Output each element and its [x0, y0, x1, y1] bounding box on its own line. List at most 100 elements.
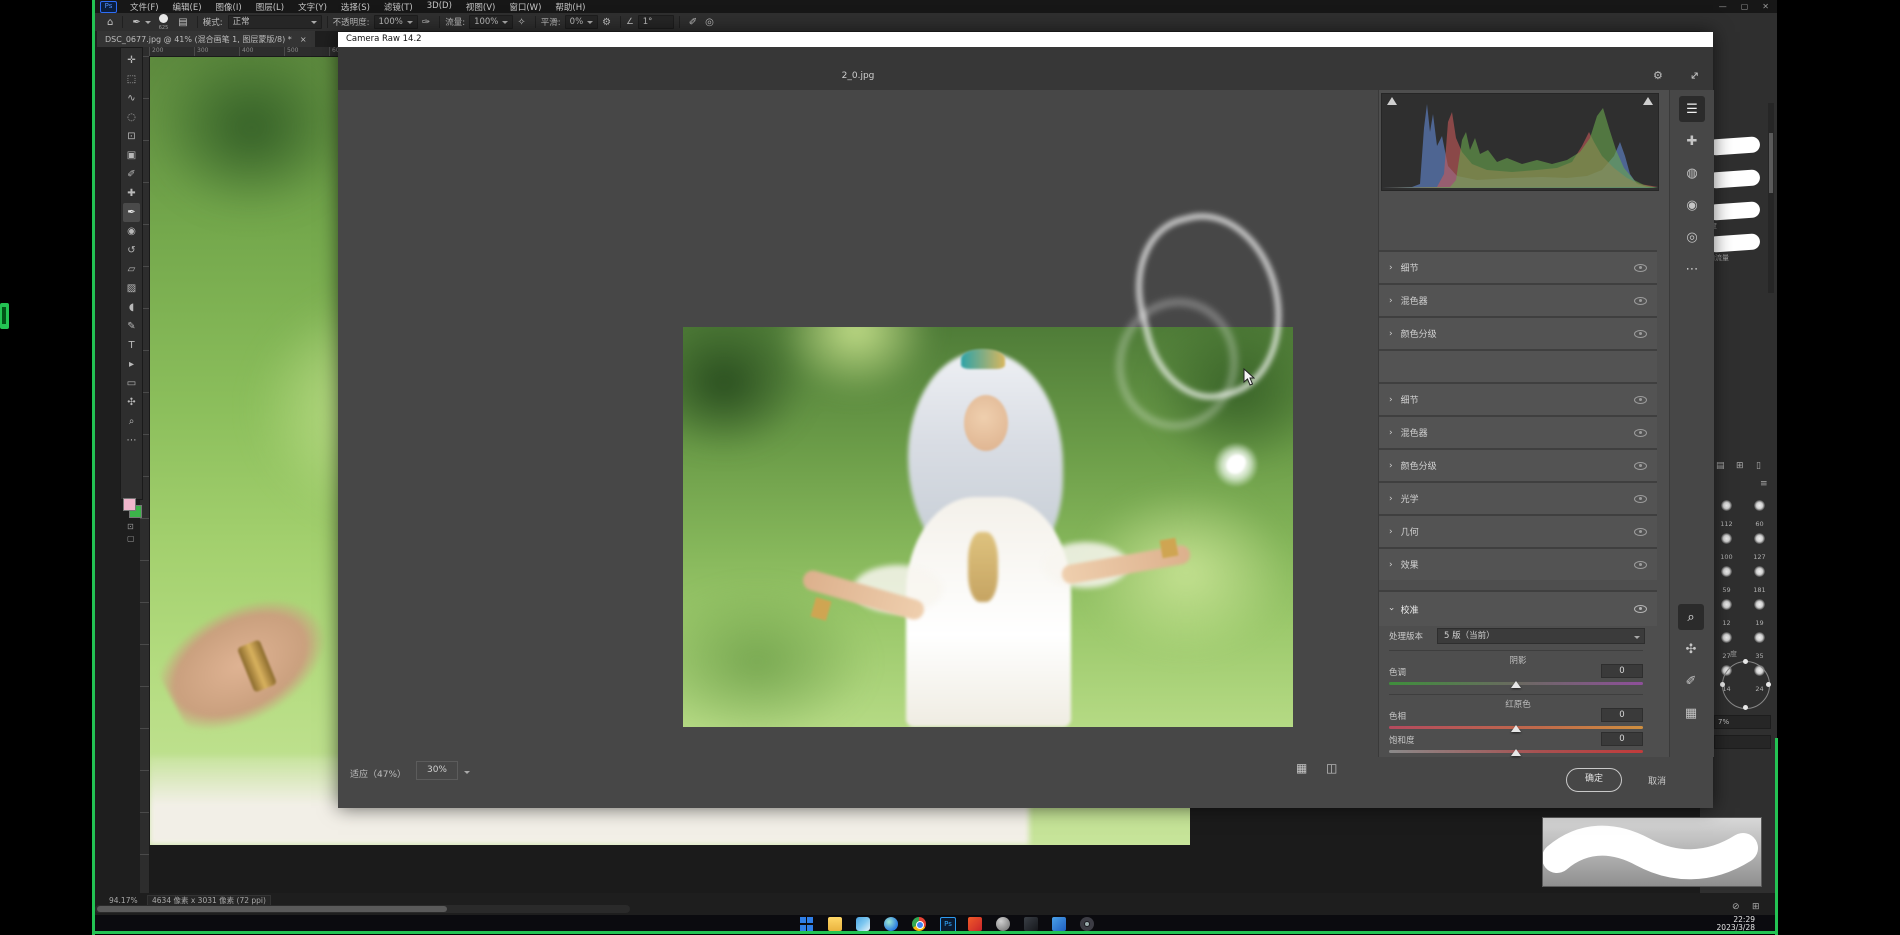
brush-preset[interactable]: 100 [1714, 533, 1739, 563]
file-explorer-icon[interactable] [828, 917, 842, 931]
settings-section-row[interactable]: › 几何 [1379, 514, 1657, 547]
eyedropper-tool[interactable]: ✐ [123, 165, 140, 184]
menu-item[interactable]: 3D(D) [420, 1, 459, 13]
menu-item[interactable]: 编辑(E) [166, 1, 209, 13]
app-icon-red[interactable] [968, 917, 982, 931]
pressure-size-icon[interactable]: ✐ [685, 17, 701, 28]
brush-stroke-thumbnail[interactable] [1708, 201, 1761, 221]
brush-preset[interactable]: 181 [1747, 566, 1772, 596]
settings-section-row[interactable]: › [1379, 349, 1657, 382]
eye-icon[interactable] [1634, 459, 1647, 472]
menu-item[interactable]: 文件(F) [123, 1, 166, 13]
screen-mode-icon[interactable]: ▢ [127, 534, 135, 543]
hand-tool-icon[interactable]: ✣ [1678, 636, 1704, 662]
settings-section-row[interactable]: › 细节 [1379, 250, 1657, 283]
history-brush-tool[interactable]: ↺ [123, 241, 140, 260]
calibration-section-row[interactable]: › 校准 [1379, 590, 1657, 626]
cancel-button[interactable]: 取消 [1648, 774, 1666, 787]
settings-section-row[interactable]: › 细节 [1379, 382, 1657, 415]
fullscreen-icon[interactable]: ↔ [1687, 68, 1703, 84]
brush-preset[interactable]: 35 [1747, 632, 1772, 662]
saturation-slider[interactable] [1389, 750, 1643, 753]
pressure-opacity-icon[interactable]: ✑ [418, 17, 434, 28]
maximize-icon[interactable]: ▢ [1741, 2, 1749, 11]
healing-icon[interactable]: ✚ [1679, 128, 1705, 154]
new-preset-icon[interactable]: ⊞ [1736, 461, 1744, 471]
presets-icon[interactable]: ◎ [1679, 224, 1705, 250]
menu-item[interactable]: 帮助(H) [548, 1, 592, 13]
foreground-color-swatch[interactable] [123, 498, 136, 511]
brush-stroke-thumbnail[interactable] [1708, 136, 1761, 156]
object-selection-tool[interactable]: ◌ [123, 108, 140, 127]
airbrush-icon[interactable]: ✧ [513, 17, 529, 28]
marquee-tool[interactable]: ⬚ [123, 70, 140, 89]
brush-preset[interactable]: 19 [1747, 599, 1772, 629]
brush-preset[interactable]: 12 [1714, 599, 1739, 629]
eye-icon[interactable] [1634, 558, 1647, 571]
eye-icon[interactable] [1634, 525, 1647, 538]
fit-zoom-label[interactable]: 适应（47%） [350, 767, 406, 780]
move-tool[interactable]: ✛ [123, 51, 140, 70]
slider-thumb[interactable] [1511, 676, 1521, 688]
masking-icon[interactable]: ◍ [1679, 160, 1705, 186]
pen-tool[interactable]: ✎ [123, 317, 140, 336]
app-icon-sphere[interactable] [996, 917, 1010, 931]
brush-angle-dial[interactable] [1722, 661, 1770, 709]
menu-item[interactable]: 文字(Y) [291, 1, 334, 13]
settings-section-row[interactable]: › 效果 [1379, 547, 1657, 580]
document-tab[interactable]: DSC_0677.jpg @ 41% (混合画笔 1, 图层蒙版/8) * × [97, 31, 315, 47]
photos-app-icon[interactable] [856, 917, 870, 931]
shape-tool[interactable]: ▭ [123, 374, 140, 393]
brush-preset[interactable]: 60 [1747, 500, 1772, 530]
zoom-tool[interactable]: ⌕ [123, 412, 140, 431]
tint-slider[interactable] [1389, 682, 1643, 685]
menu-item[interactable]: 视图(V) [459, 1, 502, 13]
panel-scrollbar[interactable] [1768, 103, 1774, 293]
slider-thumb[interactable] [1511, 744, 1521, 756]
eye-icon[interactable] [1634, 261, 1647, 274]
brush-preset[interactable]: 59 [1714, 566, 1739, 596]
menu-item[interactable]: 图像(I) [209, 1, 249, 13]
highlight-clipping-icon[interactable] [1643, 97, 1653, 105]
eye-icon[interactable] [1634, 492, 1647, 505]
brush-tool[interactable]: ✒ [123, 203, 140, 222]
menu-item[interactable]: 图层(L) [249, 1, 291, 13]
eraser-tool[interactable]: ▱ [123, 260, 140, 279]
settings-section-row[interactable]: › 光学 [1379, 481, 1657, 514]
minimize-icon[interactable]: — [1719, 2, 1727, 11]
app-icon-fan[interactable] [1080, 917, 1094, 931]
settings-section-row[interactable]: › 颜色分级 [1379, 448, 1657, 481]
hand-tool[interactable]: ✣ [123, 393, 140, 412]
brush-stroke-thumbnail[interactable] [1708, 233, 1761, 253]
eye-icon[interactable] [1634, 602, 1647, 615]
slider-thumb[interactable] [1511, 720, 1521, 732]
capture-side-handle[interactable] [0, 303, 9, 329]
gear-icon[interactable]: ⚙ [598, 17, 615, 28]
camera-raw-titlebar[interactable]: Camera Raw 14.2 [338, 32, 1713, 47]
hue-slider[interactable] [1389, 726, 1643, 729]
angle-input[interactable]: 1° [638, 15, 674, 29]
folder-icon[interactable]: ▤ [1716, 461, 1725, 471]
app-icon-blue[interactable] [1052, 917, 1066, 931]
edge-browser-icon[interactable] [884, 917, 898, 931]
app-icon-dark[interactable] [1024, 917, 1038, 931]
close-icon[interactable]: ✕ [1762, 2, 1769, 11]
brush-preset[interactable]: 127 [1747, 533, 1772, 563]
menu-item[interactable]: 滤镜(T) [377, 1, 420, 13]
menu-item[interactable]: 选择(S) [334, 1, 377, 13]
status-zoom-level[interactable]: 94.17% [109, 896, 138, 905]
eye-icon[interactable] [1634, 327, 1647, 340]
histogram[interactable] [1381, 93, 1659, 191]
path-select-tool[interactable]: ▸ [123, 355, 140, 374]
hue-value[interactable]: 0 [1601, 708, 1643, 722]
more-options-icon[interactable]: ⋯ [1679, 256, 1705, 282]
eye-icon[interactable] [1634, 393, 1647, 406]
clone-stamp-tool[interactable]: ◉ [123, 222, 140, 241]
mode-select[interactable]: 正常 [228, 15, 322, 29]
grid-small-icon[interactable]: ⊞ [1752, 902, 1760, 912]
toggle-icon[interactable]: ⊘ [1732, 902, 1740, 912]
roundness-input[interactable]: 7% [1714, 715, 1771, 729]
settings-gear-icon[interactable]: ⚙ [1653, 69, 1663, 82]
symmetry-icon[interactable]: ◎ [701, 17, 718, 28]
eye-icon[interactable] [1634, 426, 1647, 439]
